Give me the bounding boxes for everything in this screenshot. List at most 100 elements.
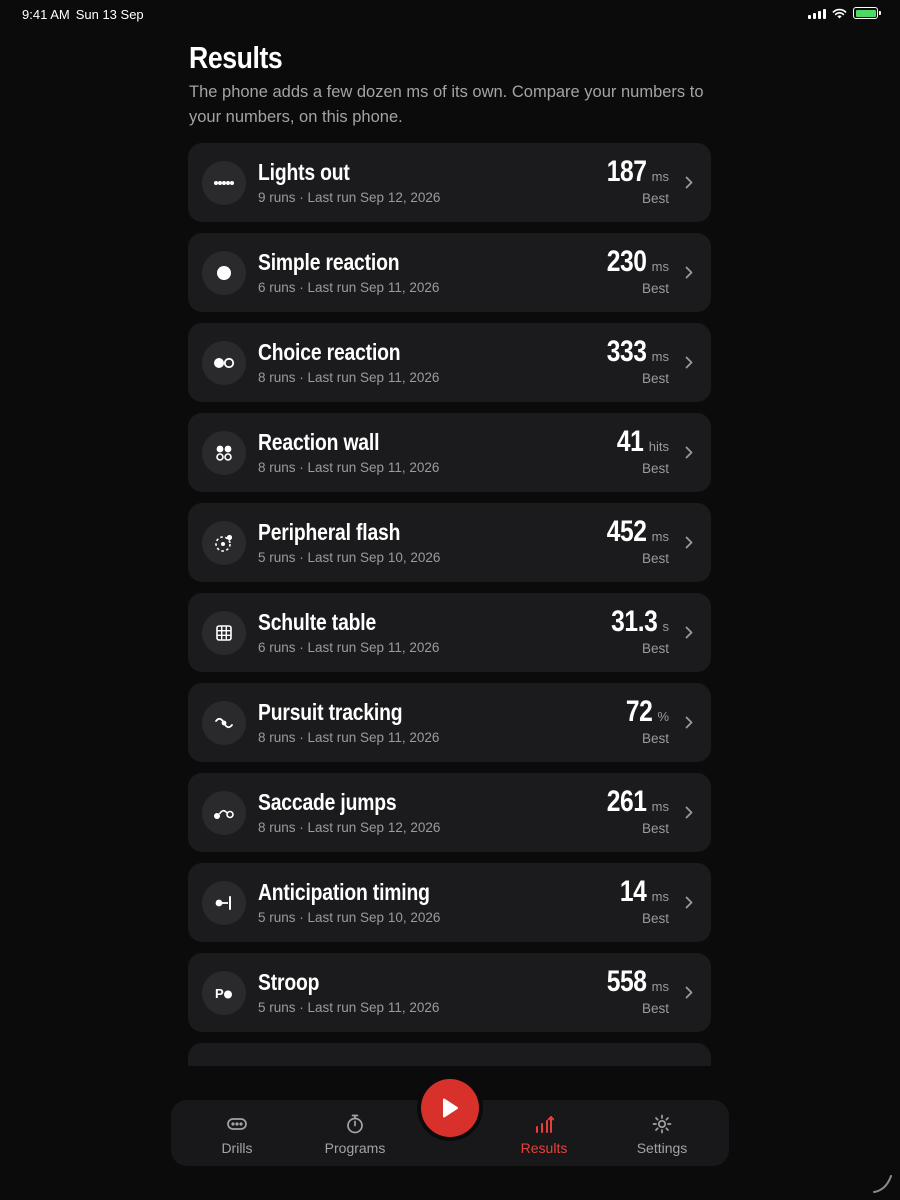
- chevron-right-icon: [685, 896, 693, 909]
- best-label: Best: [641, 821, 669, 836]
- status-date: Sun 13 Sep: [75, 7, 144, 22]
- drill-card-stroop[interactable]: P Stroop 5 runs · Last run Sep 11, 2026 …: [188, 953, 711, 1032]
- best-label: Best: [641, 911, 669, 926]
- drill-meta: 5 runs · Last run Sep 10, 2026: [258, 550, 441, 565]
- reaction-wall-icon: [202, 431, 246, 475]
- best-label: Best: [641, 731, 669, 746]
- tab-settings[interactable]: Settings: [629, 1100, 695, 1166]
- screen-corner-indicator: [873, 1175, 892, 1193]
- best-label: Best: [641, 551, 669, 566]
- best-unit: ms: [651, 169, 669, 184]
- cellular-signal-icon: [808, 8, 826, 19]
- best-label: Best: [641, 371, 669, 386]
- chevron-right-icon: [685, 536, 693, 549]
- drill-name: Simple reaction: [258, 249, 400, 275]
- drill-best: 452 ms Best: [598, 515, 669, 566]
- drill-best: 333 ms Best: [598, 335, 669, 386]
- drill-meta: 9 runs · Last run Sep 12, 2026: [258, 190, 441, 205]
- best-value: 187: [606, 155, 647, 188]
- drill-best: 14 ms Best: [614, 875, 669, 926]
- drill-name: Saccade jumps: [258, 789, 397, 815]
- pursuit-tracking-icon: [202, 701, 246, 745]
- svg-text:P: P: [215, 986, 224, 1001]
- drill-name: Schulte table: [258, 609, 377, 635]
- simple-reaction-icon: [202, 251, 246, 295]
- status-icons: [808, 7, 881, 19]
- page-title: Results: [189, 40, 283, 75]
- tab-programs[interactable]: Programs: [317, 1100, 393, 1166]
- saccade-jumps-icon: [202, 791, 246, 835]
- best-unit: ms: [651, 529, 669, 544]
- best-value: 72: [625, 695, 653, 728]
- drill-name: Lights out: [258, 159, 350, 185]
- drill-card-reaction-wall[interactable]: Reaction wall 8 runs · Last run Sep 11, …: [188, 413, 711, 492]
- results-chart-icon: [534, 1114, 554, 1134]
- best-label: Best: [641, 461, 669, 476]
- status-time: 9:41 AM Sun 13 Sep: [22, 7, 144, 22]
- drill-meta: 8 runs · Last run Sep 11, 2026: [258, 370, 440, 385]
- drills-icon: [227, 1114, 247, 1134]
- drill-best: 31.3 s Best: [601, 605, 669, 656]
- stroop-icon: P: [202, 971, 246, 1015]
- page-subtitle: The phone adds a few dozen ms of its own…: [189, 83, 704, 126]
- best-value: 261: [606, 785, 647, 818]
- drill-card-saccade-jumps[interactable]: Saccade jumps 8 runs · Last run Sep 12, …: [188, 773, 711, 852]
- drill-name: Stroop: [258, 969, 320, 995]
- best-unit: ms: [651, 259, 669, 274]
- best-label: Best: [641, 1001, 669, 1016]
- play-icon: [443, 1098, 458, 1118]
- drill-meta: 8 runs · Last run Sep 11, 2026: [258, 460, 440, 475]
- drill-card-schulte-table[interactable]: Schulte table 6 runs · Last run Sep 11, …: [188, 593, 711, 672]
- drill-card-partial[interactable]: [188, 1043, 711, 1066]
- tab-results[interactable]: Results: [510, 1100, 578, 1166]
- best-unit: ms: [651, 349, 669, 364]
- drill-card-choice-reaction[interactable]: Choice reaction 8 runs · Last run Sep 11…: [188, 323, 711, 402]
- tab-label: Results: [520, 1140, 568, 1156]
- results-list[interactable]: Lights out 9 runs · Last run Sep 12, 202…: [188, 143, 711, 1066]
- best-value: 41: [617, 425, 644, 458]
- peripheral-flash-icon: [202, 521, 246, 565]
- stopwatch-icon: [346, 1114, 364, 1134]
- drill-card-simple-reaction[interactable]: Simple reaction 6 runs · Last run Sep 11…: [188, 233, 711, 312]
- best-value: 14: [620, 875, 647, 908]
- best-unit: %: [657, 709, 669, 724]
- wifi-icon: [832, 8, 847, 18]
- drill-card-pursuit-tracking[interactable]: Pursuit tracking 8 runs · Last run Sep 1…: [188, 683, 711, 762]
- best-value: 333: [606, 335, 647, 368]
- drill-card-anticipation-timing[interactable]: Anticipation timing 5 runs · Last run Se…: [188, 863, 711, 942]
- drill-name: Choice reaction: [258, 339, 401, 365]
- chevron-right-icon: [685, 626, 693, 639]
- best-unit: ms: [651, 799, 669, 814]
- drill-best: 41 hits Best: [611, 425, 669, 476]
- chevron-right-icon: [685, 176, 693, 189]
- best-value: 230: [606, 245, 647, 278]
- grid-icon: [202, 611, 246, 655]
- gear-icon: [652, 1114, 672, 1134]
- start-drill-button[interactable]: [421, 1079, 479, 1137]
- chevron-right-icon: [685, 356, 693, 369]
- battery-icon: [853, 7, 881, 19]
- drill-card-lights-out[interactable]: Lights out 9 runs · Last run Sep 12, 202…: [188, 143, 711, 222]
- drill-best: 72% Best: [620, 695, 669, 746]
- best-label: Best: [641, 641, 669, 656]
- drill-card-peripheral-flash[interactable]: Peripheral flash 5 runs · Last run Sep 1…: [188, 503, 711, 582]
- drill-best: 558 ms Best: [598, 965, 669, 1016]
- tab-label: Programs: [324, 1140, 386, 1156]
- best-value: 558: [606, 965, 647, 998]
- tab-drills[interactable]: Drills: [206, 1100, 268, 1166]
- status-time-text: 9:41 AM: [22, 7, 70, 22]
- best-value: 452: [606, 515, 647, 548]
- drill-best: 230 ms Best: [598, 245, 669, 296]
- drill-meta: 6 runs · Last run Sep 11, 2026: [258, 640, 440, 655]
- drill-meta: 8 runs · Last run Sep 12, 2026: [258, 820, 441, 835]
- drill-meta: 5 runs · Last run Sep 10, 2026: [258, 910, 441, 925]
- best-unit: s: [662, 619, 670, 634]
- anticipation-timing-icon: [202, 881, 246, 925]
- best-label: Best: [641, 191, 669, 206]
- drill-name: Peripheral flash: [258, 519, 401, 545]
- best-value: 31.3: [611, 605, 658, 638]
- choice-reaction-icon: [202, 341, 246, 385]
- drill-meta: 6 runs · Last run Sep 11, 2026: [258, 280, 440, 295]
- drill-name: Pursuit tracking: [258, 699, 403, 725]
- chevron-right-icon: [685, 986, 693, 999]
